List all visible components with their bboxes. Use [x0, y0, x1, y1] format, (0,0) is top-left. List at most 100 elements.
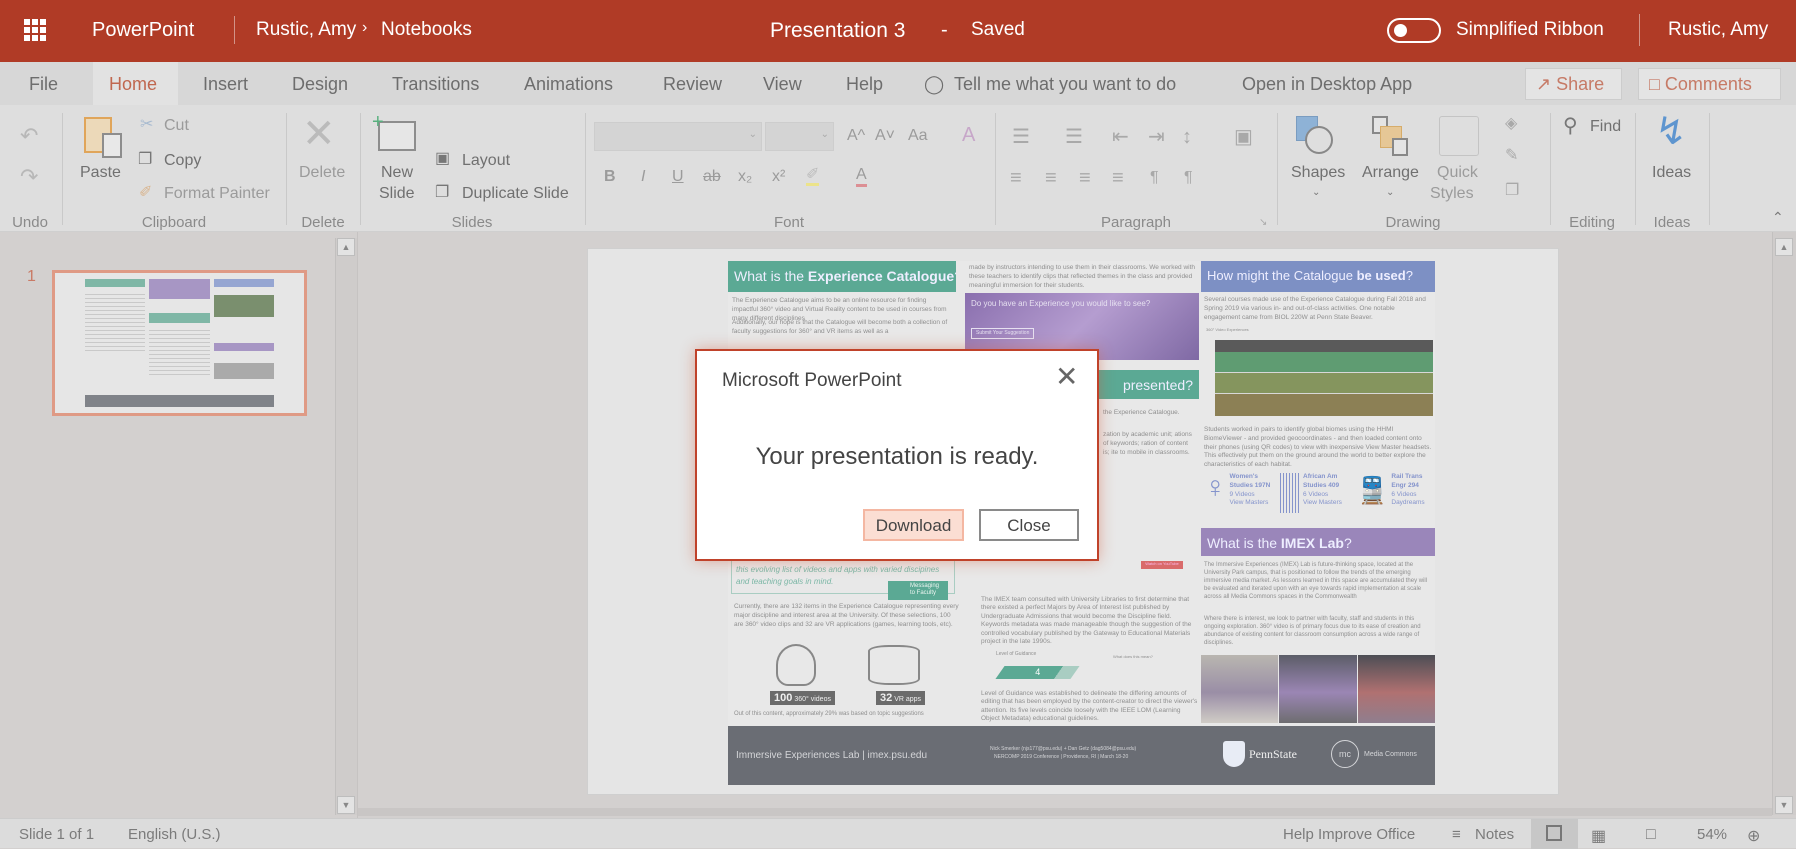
arrange-button[interactable]: Arrange [1362, 164, 1419, 182]
delete-button[interactable]: Delete [299, 164, 345, 182]
tab-help[interactable]: Help [846, 74, 883, 95]
ltr-icon[interactable]: ¶ [1150, 170, 1159, 186]
numbering-icon[interactable]: ☰ [1065, 127, 1083, 147]
tab-view[interactable]: View [763, 74, 802, 95]
bold-button[interactable]: B [604, 168, 616, 186]
copy-button[interactable]: Copy [164, 152, 201, 170]
quick-styles-button[interactable]: Quick [1437, 164, 1478, 182]
layout-button[interactable]: Layout [462, 152, 510, 170]
language[interactable]: English (U.S.) [128, 826, 221, 843]
open-desktop-app-button[interactable]: Open in Desktop App [1242, 74, 1412, 95]
share-button[interactable]: ↗ Share [1525, 68, 1622, 100]
strikethrough-button[interactable]: ab [703, 168, 721, 186]
line-spacing-icon[interactable]: ↕ [1182, 127, 1192, 147]
layout-icon: ▣ [435, 150, 451, 167]
slide-thumbnail[interactable] [52, 270, 307, 416]
dialog-launcher-icon[interactable]: ↘ [1259, 218, 1267, 228]
text-direction-icon[interactable]: ▣ [1234, 127, 1253, 147]
reading-view-icon[interactable]: □ [1646, 826, 1656, 844]
paste-button[interactable]: Paste [80, 164, 121, 182]
comments-button[interactable]: □ Comments [1638, 68, 1781, 100]
dialog-close-icon[interactable]: ✕ [1055, 363, 1078, 391]
tab-review[interactable]: Review [663, 74, 722, 95]
slide-sorter-icon[interactable]: ▦ [1591, 826, 1606, 846]
comment-icon: □ [1649, 74, 1660, 94]
help-improve-office-link[interactable]: Help Improve Office [1283, 826, 1415, 843]
quick-styles-icon[interactable] [1439, 116, 1479, 156]
breadcrumb-folder[interactable]: Notebooks [381, 19, 472, 41]
tab-insert[interactable]: Insert [203, 74, 248, 95]
tell-me-search[interactable]: Tell me what you want to do [954, 74, 1176, 95]
highlighter-icon[interactable]: ✐ [806, 167, 820, 186]
breadcrumb-user[interactable]: Rustic, Amy [256, 19, 356, 41]
app-launcher-icon[interactable] [24, 19, 46, 41]
submit-suggestion-button[interactable]: Submit Your Suggestion [971, 327, 1035, 339]
quick-styles-button-line2[interactable]: Styles [1430, 185, 1474, 203]
scroll-up-button[interactable]: ▲ [337, 238, 355, 256]
increase-indent-icon[interactable]: ⇥ [1148, 127, 1165, 147]
normal-view-button[interactable] [1531, 819, 1578, 849]
find-button[interactable]: Find [1590, 118, 1621, 136]
document-title[interactable]: Presentation 3 [770, 19, 905, 43]
lab-photos [1201, 655, 1435, 723]
justify-icon[interactable]: ≡ [1112, 168, 1124, 188]
simplified-ribbon-toggle[interactable] [1387, 18, 1441, 43]
tab-transitions[interactable]: Transitions [392, 74, 479, 95]
ideas-button[interactable]: Ideas [1652, 164, 1691, 182]
shrink-font-button[interactable]: A˅ [875, 127, 895, 145]
download-button[interactable]: Download [863, 509, 964, 541]
fit-to-window-icon[interactable]: ⊕ [1747, 826, 1760, 846]
align-left-icon[interactable]: ≡ [1010, 168, 1022, 188]
decrease-indent-icon[interactable]: ⇤ [1112, 127, 1129, 147]
scroll-down-button[interactable]: ▼ [1775, 796, 1793, 814]
format-painter-button[interactable]: Format Painter [164, 185, 270, 203]
share-icon: ↗ [1536, 74, 1552, 94]
change-case-button[interactable]: Aa [908, 127, 928, 145]
shape-outline-icon[interactable]: ✎ [1505, 148, 1518, 164]
notes-button[interactable]: Notes [1475, 826, 1514, 843]
tab-animations[interactable]: Animations [524, 74, 613, 95]
superscript-button[interactable]: x² [772, 168, 785, 186]
italic-button[interactable]: I [641, 168, 645, 186]
tab-design[interactable]: Design [292, 74, 348, 95]
tab-file[interactable]: File [29, 74, 58, 95]
duplicate-shape-icon[interactable]: ❐ [1505, 183, 1519, 199]
cut-button[interactable]: Cut [164, 117, 189, 135]
shape-fill-icon[interactable]: ◈ [1505, 116, 1517, 132]
venus-icon: ♀ [1204, 471, 1227, 504]
horizontal-scroll-track[interactable] [358, 808, 1772, 816]
scroll-down-button[interactable]: ▼ [337, 796, 355, 814]
close-button[interactable]: Close [979, 509, 1079, 541]
thumbnail-scrollbar[interactable] [335, 238, 357, 815]
align-center-icon[interactable]: ≡ [1045, 168, 1057, 188]
new-slide-icon[interactable] [378, 121, 416, 151]
font-size-dropdown[interactable]: ⌄ [765, 122, 834, 151]
rtl-icon[interactable]: ¶ [1184, 170, 1193, 186]
app-name[interactable]: PowerPoint [92, 19, 194, 42]
tab-home[interactable]: Home [109, 74, 157, 95]
new-slide-button[interactable]: New [381, 164, 413, 182]
zoom-level[interactable]: 54% [1697, 826, 1727, 843]
undo-icon[interactable]: ↶ [20, 125, 38, 147]
bullets-icon[interactable]: ☰ [1012, 127, 1030, 147]
align-right-icon[interactable]: ≡ [1079, 168, 1091, 188]
header-imex-lab: What is the IMEX Lab? [1201, 528, 1435, 556]
font-name-dropdown[interactable]: ⌄ [594, 122, 762, 151]
group-slides-label: Slides [451, 214, 493, 231]
shapes-button[interactable]: Shapes [1291, 164, 1345, 182]
title-bar: PowerPoint Rustic, Amy › Notebooks Prese… [0, 0, 1796, 62]
grow-font-button[interactable]: A^ [847, 127, 865, 145]
duplicate-slide-button[interactable]: Duplicate Slide [462, 185, 569, 203]
font-color-button[interactable]: A [856, 166, 867, 187]
subscript-button[interactable]: x₂ [738, 168, 752, 186]
watch-youtube-button[interactable]: Watch on YouTube [1141, 561, 1183, 569]
underline-button[interactable]: U [672, 168, 684, 186]
scroll-up-button[interactable]: ▲ [1775, 238, 1793, 256]
account-name[interactable]: Rustic, Amy [1668, 19, 1768, 41]
slide-scrollbar[interactable] [1772, 232, 1796, 815]
new-slide-button-line2[interactable]: Slide [379, 185, 415, 203]
collapse-ribbon-icon[interactable]: ⌃ [1772, 210, 1784, 224]
redo-icon[interactable]: ↷ [20, 166, 38, 188]
clear-formatting-icon[interactable]: A [962, 125, 975, 145]
col2-mid-text: the Experience Catalogue. [1103, 409, 1180, 416]
